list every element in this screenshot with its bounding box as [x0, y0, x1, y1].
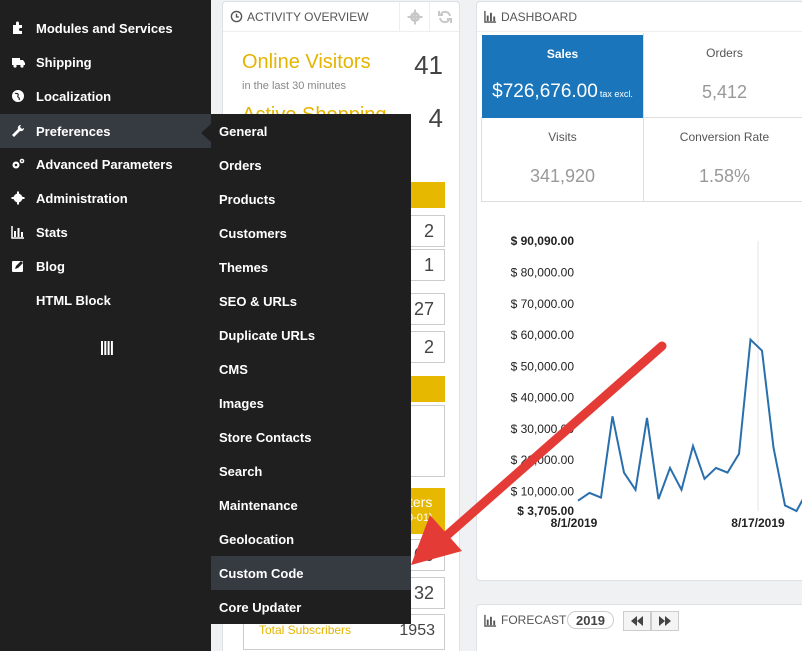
submenu-item-customers[interactable]: Customers	[211, 216, 411, 250]
sales-series-line	[577, 337, 802, 513]
dashboard-panel-title: DASHBOARD	[501, 9, 578, 24]
submenu-item-geolocation[interactable]: Geolocation	[211, 522, 411, 556]
y-tick-label: $ 90,090.00	[511, 234, 575, 248]
submenu-item-themes[interactable]: Themes	[211, 250, 411, 284]
activity-panel-header: ACTIVITY OVERVIEW	[223, 2, 459, 32]
x-tick-label: 8/1/2019	[551, 516, 598, 530]
configure-button[interactable]	[399, 2, 429, 32]
x-tick-label: 8/17/2019	[731, 516, 785, 530]
bar-chart-icon	[484, 10, 497, 23]
sales-line-chart: $ 90,090.00 $ 80,000.00 $ 70,000.00 $ 60,00…	[511, 234, 802, 530]
edit-icon	[0, 259, 36, 273]
refresh-button[interactable]	[429, 2, 459, 32]
sidebar-item-label: Preferences	[36, 123, 111, 139]
sidebar: Modules and Services Shipping Localizati…	[0, 0, 211, 651]
submenu-caret	[201, 124, 211, 142]
kpi-sales-note: tax excl.	[599, 89, 633, 99]
submenu-item-custom-code[interactable]: Custom Code	[211, 556, 411, 590]
sidebar-item-localization[interactable]: Localization	[0, 79, 211, 113]
sidebar-item-label: Blog	[36, 258, 65, 274]
kpi-conversion-rate[interactable]: Conversion Rate 1.58%	[644, 118, 802, 201]
total-subscribers-label: Total Subscribers	[259, 623, 352, 637]
wrench-icon	[0, 124, 36, 138]
sidebar-item-shipping[interactable]: Shipping	[0, 45, 211, 79]
sidebar-item-advanced-parameters[interactable]: Advanced Parameters	[0, 147, 211, 181]
submenu-item-duplicate-urls[interactable]: Duplicate URLs	[211, 318, 411, 352]
puzzle-icon	[0, 21, 36, 35]
kpi-orders[interactable]: Orders 5,412	[644, 34, 802, 117]
activity-panel-title: ACTIVITY OVERVIEW	[247, 9, 369, 24]
sidebar-item-modules[interactable]: Modules and Services	[0, 11, 211, 45]
next-year-button[interactable]	[651, 611, 679, 631]
submenu-item-general[interactable]: General	[211, 114, 411, 148]
gear-icon	[0, 191, 36, 205]
online-visitors-subtitle: in the last 30 minutes	[242, 80, 346, 92]
forward-icon	[659, 616, 671, 626]
sidebar-item-blog[interactable]: Blog	[0, 249, 211, 283]
y-tick-label: $ 10,000.00	[511, 484, 575, 498]
kpi-visits[interactable]: Visits 341,920	[482, 118, 643, 201]
kpi-sales[interactable]: Sales $726,676.00 tax excl.	[482, 35, 643, 118]
sidebar-item-label: Shipping	[36, 54, 92, 70]
submenu-item-search[interactable]: Search	[211, 454, 411, 488]
sidebar-item-administration[interactable]: Administration	[0, 181, 211, 215]
y-tick-label: $ 80,000.00	[511, 266, 575, 280]
sidebar-item-preferences[interactable]: Preferences	[0, 114, 211, 148]
y-tick-label: $ 30,000.00	[511, 422, 575, 436]
submenu-item-store-contacts[interactable]: Store Contacts	[211, 420, 411, 454]
dashboard-panel-header: DASHBOARD	[477, 2, 802, 32]
forecast-panel: FORECAST 2019	[476, 604, 802, 651]
collapse-sidebar-icon[interactable]	[101, 341, 113, 360]
cogs-icon	[0, 157, 36, 171]
globe-icon	[0, 89, 36, 103]
preferences-submenu: General Orders Products Customers Themes SEO …	[211, 114, 411, 624]
online-visitors-value: 41	[414, 50, 443, 80]
forecast-year-badge: 2019	[567, 611, 614, 629]
refresh-icon	[437, 10, 452, 24]
bar-chart-icon	[484, 614, 497, 627]
bar-chart-icon	[0, 225, 36, 239]
total-subscribers-value: 1953	[399, 622, 435, 639]
backward-icon	[631, 616, 643, 626]
truck-icon	[0, 55, 36, 69]
y-tick-label: $ 20,000.00	[511, 453, 575, 467]
y-tick-label: $ 50,000.00	[511, 359, 575, 373]
sidebar-item-label: Stats	[36, 224, 68, 240]
y-tick-label: $ 70,000.00	[511, 297, 575, 311]
sidebar-item-stats[interactable]: Stats	[0, 215, 211, 249]
sidebar-item-label: Administration	[36, 190, 128, 206]
submenu-item-core-updater[interactable]: Core Updater	[211, 590, 411, 624]
online-visitors-label: Online Visitors	[242, 51, 371, 73]
submenu-item-cms[interactable]: CMS	[211, 352, 411, 386]
submenu-item-seo-urls[interactable]: SEO & URLs	[211, 284, 411, 318]
y-tick-label: $ 40,000.00	[511, 391, 575, 405]
sidebar-item-label: Localization	[36, 88, 112, 104]
gear-icon	[407, 9, 422, 25]
sidebar-item-label: HTML Block	[36, 292, 111, 308]
forecast-panel-title: FORECAST	[501, 613, 567, 627]
previous-year-button[interactable]	[623, 611, 651, 631]
sidebar-item-label: Advanced Parameters	[36, 156, 173, 172]
y-tick-label: $ 60,000.00	[511, 328, 575, 342]
submenu-item-products[interactable]: Products	[211, 182, 411, 216]
clock-icon	[230, 10, 243, 23]
sidebar-item-html-block[interactable]: HTML Block	[0, 283, 211, 317]
submenu-item-images[interactable]: Images	[211, 386, 411, 420]
submenu-item-maintenance[interactable]: Maintenance	[211, 488, 411, 522]
app-root: Modules and Services Shipping Localizati…	[0, 0, 802, 651]
sidebar-item-label: Modules and Services	[36, 20, 173, 36]
submenu-item-orders[interactable]: Orders	[211, 148, 411, 182]
active-carts-value: 4	[428, 103, 443, 133]
kpi-sales-value: $726,676.00	[492, 81, 598, 102]
